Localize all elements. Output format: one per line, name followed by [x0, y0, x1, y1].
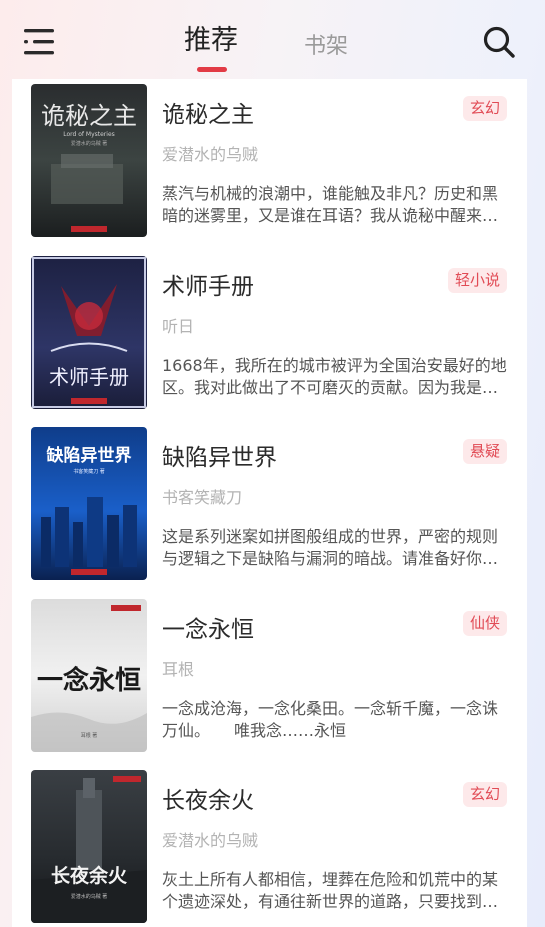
book-item[interactable]: 缺陷异世界 书客笑藏刀 著 缺陷异世界 悬疑 书客笑藏刀 这是系列迷案如拼图般组…	[12, 422, 527, 582]
book-item[interactable]: 术师手册 术师手册 轻小说 听日 1668年，我所在的城市被评为全国治安最好的地…	[12, 251, 527, 411]
genre-tag: 轻小说	[447, 268, 507, 293]
book-list[interactable]: 诡秘之主 Lord of Mysteries 爱潜水的乌贼 著 诡秘之主 玄幻 …	[12, 79, 527, 927]
genre-tag: 悬疑	[462, 439, 507, 464]
book-author: 听日	[162, 317, 195, 336]
genre-tag: 玄幻	[462, 96, 507, 121]
book-item[interactable]: 长夜余火 爱潜水的乌贼 著 长夜余火 玄幻 爱潜水的乌贼 灰土上所有人都相信，埋…	[12, 765, 527, 925]
book-cover[interactable]: 长夜余火 爱潜水的乌贼 著	[31, 770, 147, 923]
book-author: 爱潜水的乌贼	[162, 145, 259, 164]
cover-title: 术师手册	[49, 365, 129, 389]
top-bar: 推荐 书架	[0, 0, 545, 80]
active-tab-indicator	[197, 67, 227, 72]
genre-tag: 仙侠	[462, 611, 507, 636]
cover-author: 爱潜水的乌贼 著	[71, 140, 108, 147]
book-title: 长夜余火	[162, 788, 254, 814]
book-cover[interactable]: 术师手册	[31, 256, 147, 409]
book-description: 灰土上所有人都相信，埋葬在危险和饥荒中的某个遗迹深处，有通往新世界的道路，只要找…	[162, 870, 499, 911]
tab-bookshelf[interactable]: 书架	[304, 28, 348, 60]
cover-author: 耳根 著	[81, 732, 98, 739]
book-cover[interactable]: 缺陷异世界 书客笑藏刀 著	[31, 427, 147, 580]
cover-title: 一念永恒	[37, 665, 141, 696]
book-description: 一念成沧海，一念化桑田。一念斩千魔，一念诛万仙。 唯我念……永恒	[162, 699, 499, 740]
cover-title: 长夜余火	[51, 864, 128, 887]
book-title: 缺陷异世界	[162, 445, 277, 471]
book-author: 耳根	[162, 660, 195, 679]
book-item[interactable]: 一念永恒 耳根 著 一念永恒 仙侠 耳根 一念成沧海，一念化桑田。一念斩千魔，一…	[12, 594, 527, 754]
book-item[interactable]: 诡秘之主 Lord of Mysteries 爱潜水的乌贼 著 诡秘之主 玄幻 …	[12, 79, 527, 239]
cover-title: 缺陷异世界	[47, 445, 132, 466]
cover-subtitle: Lord of Mysteries	[63, 131, 115, 138]
book-author: 书客笑藏刀	[162, 488, 243, 507]
book-title: 一念永恒	[162, 617, 254, 643]
search-icon[interactable]	[482, 25, 516, 59]
book-cover[interactable]: 诡秘之主 Lord of Mysteries 爱潜水的乌贼 著	[31, 84, 147, 237]
book-author: 爱潜水的乌贼	[162, 831, 259, 850]
book-title: 诡秘之主	[162, 102, 254, 128]
menu-icon[interactable]	[22, 26, 56, 58]
book-description: 1668年，我所在的城市被评为全国治安最好的地区。我对此做出了不可磨灭的贡献。因…	[162, 356, 507, 397]
book-description: 这是系列迷案如拼图般组成的世界，严密的规则与逻辑之下是缺陷与漏洞的暗战。请准备好…	[162, 527, 499, 568]
book-title: 术师手册	[162, 274, 254, 300]
cover-title: 诡秘之主	[41, 102, 137, 130]
tab-recommend[interactable]: 推荐	[184, 18, 238, 57]
book-description: 蒸汽与机械的浪潮中，谁能触及非凡？历史和黑暗的迷雾里，又是谁在耳语？我从诡秘中醒…	[162, 184, 499, 225]
genre-tag: 玄幻	[462, 782, 507, 807]
cover-author: 爱潜水的乌贼 著	[71, 893, 108, 900]
cover-author: 书客笑藏刀 著	[73, 468, 105, 475]
book-cover[interactable]: 一念永恒 耳根 著	[31, 599, 147, 752]
